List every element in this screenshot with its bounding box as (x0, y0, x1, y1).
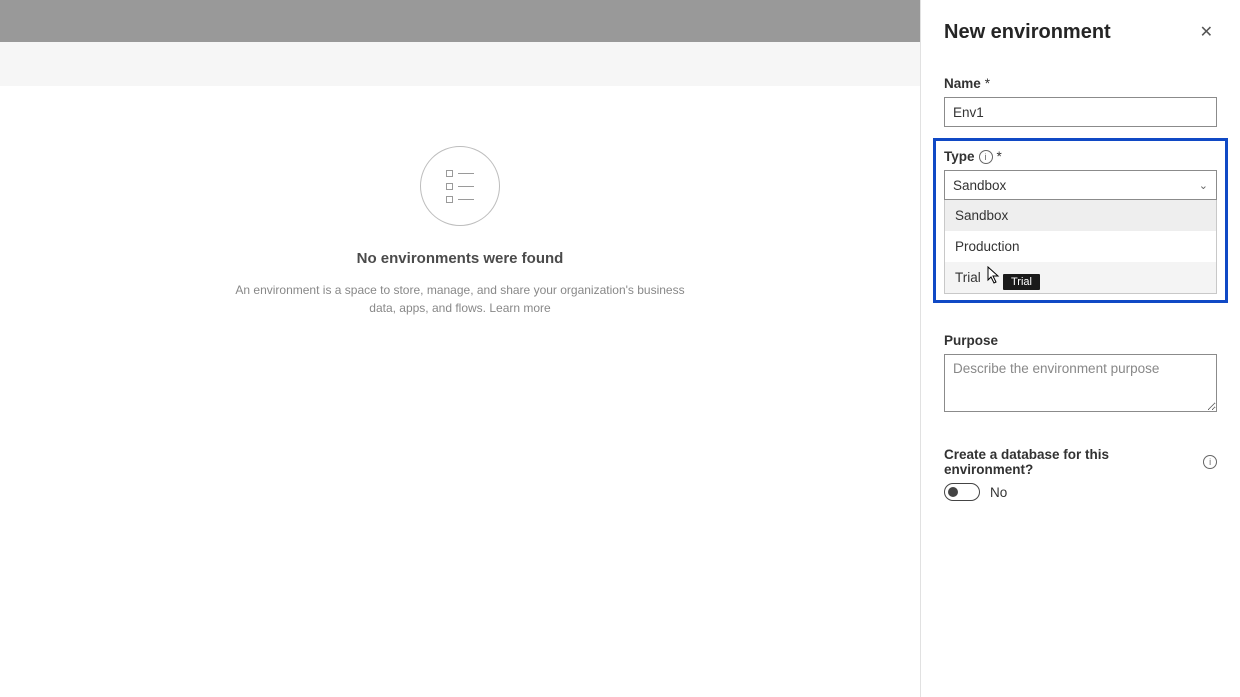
panel-header: New environment ✕ (944, 18, 1217, 46)
learn-more-link[interactable]: Learn more (489, 301, 550, 315)
name-field-label: Name * (944, 76, 1217, 91)
type-option-trial-label: Trial (955, 270, 981, 285)
app-command-bar (0, 42, 920, 86)
type-selected-value: Sandbox (953, 178, 1006, 193)
panel-title: New environment (944, 21, 1111, 44)
create-db-label-text: Create a database for this environment? (944, 447, 1199, 477)
purpose-textarea[interactable] (944, 354, 1217, 412)
type-option-tooltip: Trial (1003, 274, 1040, 290)
new-environment-panel: New environment ✕ Name * Type i * Sandbo… (920, 0, 1240, 697)
empty-state-title: No environments were found (357, 250, 564, 267)
app-top-bar (0, 0, 920, 42)
type-dropdown-list: Sandbox Production Trial Trial (944, 200, 1217, 294)
type-option-trial[interactable]: Trial Trial (945, 262, 1216, 293)
purpose-field-label: Purpose (944, 333, 1217, 348)
empty-state-description-text: An environment is a space to store, mana… (235, 283, 684, 315)
main-content: No environments were found An environmen… (0, 86, 920, 697)
create-db-toggle-value: No (990, 485, 1007, 500)
type-field-label: Type i * (944, 149, 1217, 164)
name-input[interactable] (944, 97, 1217, 127)
type-option-sandbox[interactable]: Sandbox (945, 200, 1216, 231)
type-field-highlight: Type i * Sandbox ⌄ Sandbox Production Tr… (933, 138, 1228, 303)
name-label-text: Name (944, 76, 981, 91)
create-db-label: Create a database for this environment? … (944, 447, 1217, 477)
info-icon[interactable]: i (1203, 455, 1217, 469)
empty-state-description: An environment is a space to store, mana… (230, 281, 690, 317)
type-select[interactable]: Sandbox ⌄ (944, 170, 1217, 200)
chevron-down-icon: ⌄ (1199, 179, 1208, 192)
empty-state-icon (420, 146, 500, 226)
required-marker: * (997, 149, 1002, 164)
type-label-text: Type (944, 149, 975, 164)
toggle-knob (948, 487, 958, 497)
close-icon[interactable]: ✕ (1196, 18, 1217, 46)
cursor-icon (987, 266, 1001, 288)
create-db-toggle[interactable] (944, 483, 980, 501)
required-marker: * (985, 76, 990, 91)
info-icon[interactable]: i (979, 150, 993, 164)
type-option-production[interactable]: Production (945, 231, 1216, 262)
